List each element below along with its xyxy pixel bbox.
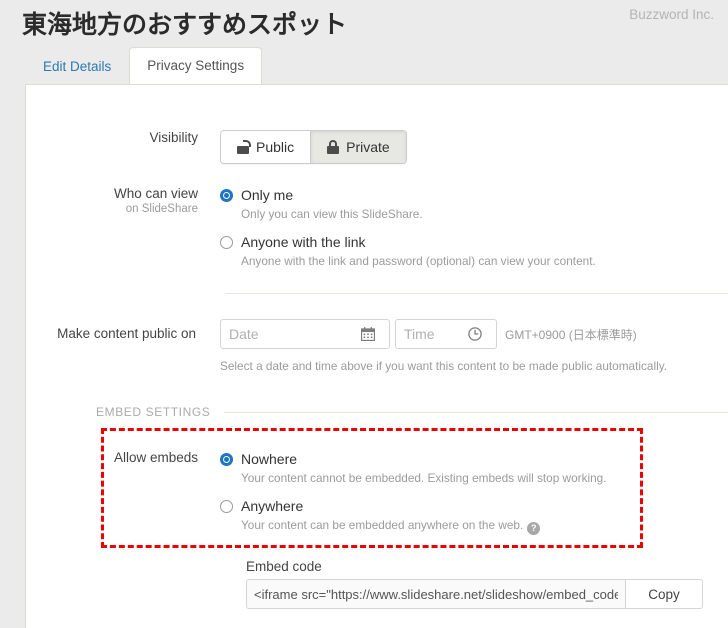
- visibility-row: Visibility Public Private: [149, 130, 407, 164]
- radio-nowhere[interactable]: [220, 453, 233, 466]
- date-field[interactable]: [220, 319, 390, 349]
- embed-code-input[interactable]: [247, 580, 625, 608]
- radio-anyone-with-link-label: Anyone with the link: [241, 234, 366, 250]
- radio-anywhere-description: Your content can be embedded anywhere on…: [241, 518, 524, 532]
- embed-code-label: Embed code: [246, 559, 322, 574]
- help-icon[interactable]: ?: [527, 522, 541, 535]
- who-can-view-label: Who can view on SlideShare: [114, 186, 220, 215]
- calendar-icon[interactable]: [361, 327, 383, 341]
- radio-only-me-description: Only you can view this SlideShare.: [241, 207, 423, 221]
- allow-embeds-radio-group: Nowhere Your content cannot be embedded.…: [220, 450, 606, 535]
- radio-anyone-with-link[interactable]: [220, 236, 233, 249]
- who-can-view-label-text: Who can view: [113, 186, 198, 201]
- radio-nowhere-label: Nowhere: [241, 451, 298, 467]
- radio-only-me-label: Only me: [241, 187, 294, 203]
- page-header: 東海地方のおすすめスポット Buzzword Inc.: [0, 0, 728, 46]
- who-can-view-option-only-me[interactable]: Only me Only you can view this SlideShar…: [220, 186, 596, 222]
- allow-embeds-label: Allow embeds: [113, 450, 198, 465]
- radio-anyone-with-link-description: Anyone with the link and password (optio…: [241, 254, 596, 268]
- copy-embed-code-button[interactable]: Copy: [625, 580, 702, 608]
- radio-anywhere-description-wrap: Your content can be embedded anywhere on…: [241, 517, 606, 535]
- visibility-label: Visibility: [149, 130, 198, 145]
- tab-bar: Edit Details Privacy Settings: [25, 47, 263, 84]
- visibility-private-label: Private: [346, 139, 390, 155]
- make-public-label: Make content public on: [57, 326, 196, 341]
- time-input[interactable]: [396, 320, 468, 348]
- section-divider-schedule: [225, 293, 728, 294]
- allow-embeds-option-nowhere[interactable]: Nowhere Your content cannot be embedded.…: [220, 450, 606, 486]
- allow-embeds-row: Allow embeds Nowhere Your content cannot…: [114, 450, 606, 535]
- visibility-private-button[interactable]: Private: [310, 131, 406, 163]
- timezone-label: GMT+0900 (日本標準時): [505, 327, 637, 342]
- page-title: 東海地方のおすすめスポット: [22, 11, 348, 39]
- radio-nowhere-description: Your content cannot be embedded. Existin…: [241, 471, 607, 485]
- embed-settings-section-header: EMBED SETTINGS: [96, 405, 728, 419]
- make-public-hint: Select a date and time above if you want…: [220, 359, 668, 373]
- who-can-view-row: Who can view on SlideShare Only me Only …: [114, 186, 596, 269]
- embed-settings-rule: [224, 411, 728, 413]
- brand-label: Buzzword Inc.: [629, 7, 714, 22]
- visibility-public-button[interactable]: Public: [221, 131, 311, 163]
- visibility-public-label: Public: [256, 139, 295, 155]
- embed-code-field[interactable]: Copy: [246, 579, 703, 609]
- visibility-toggle-group: Public Private: [220, 130, 407, 164]
- radio-anywhere[interactable]: [220, 500, 233, 513]
- allow-embeds-option-anywhere[interactable]: Anywhere Your content can be embedded an…: [220, 497, 606, 535]
- make-public-row: Make content public on Date Time GMT+090…: [57, 319, 668, 373]
- unlock-icon: [237, 140, 251, 154]
- radio-anywhere-label: Anywhere: [241, 498, 304, 514]
- who-can-view-radio-group: Only me Only you can view this SlideShar…: [220, 186, 596, 269]
- date-input[interactable]: [221, 320, 361, 348]
- clock-icon[interactable]: [468, 327, 490, 341]
- who-can-view-option-anyone-link[interactable]: Anyone with the link Anyone with the lin…: [220, 233, 596, 269]
- time-field[interactable]: [395, 319, 497, 349]
- embed-settings-title: EMBED SETTINGS: [96, 405, 211, 419]
- lock-icon: [327, 140, 340, 154]
- tab-privacy-settings[interactable]: Privacy Settings: [129, 47, 263, 84]
- who-can-view-sublabel: on SlideShare: [125, 203, 198, 215]
- radio-only-me[interactable]: [220, 189, 233, 202]
- tab-edit-details[interactable]: Edit Details: [25, 49, 129, 84]
